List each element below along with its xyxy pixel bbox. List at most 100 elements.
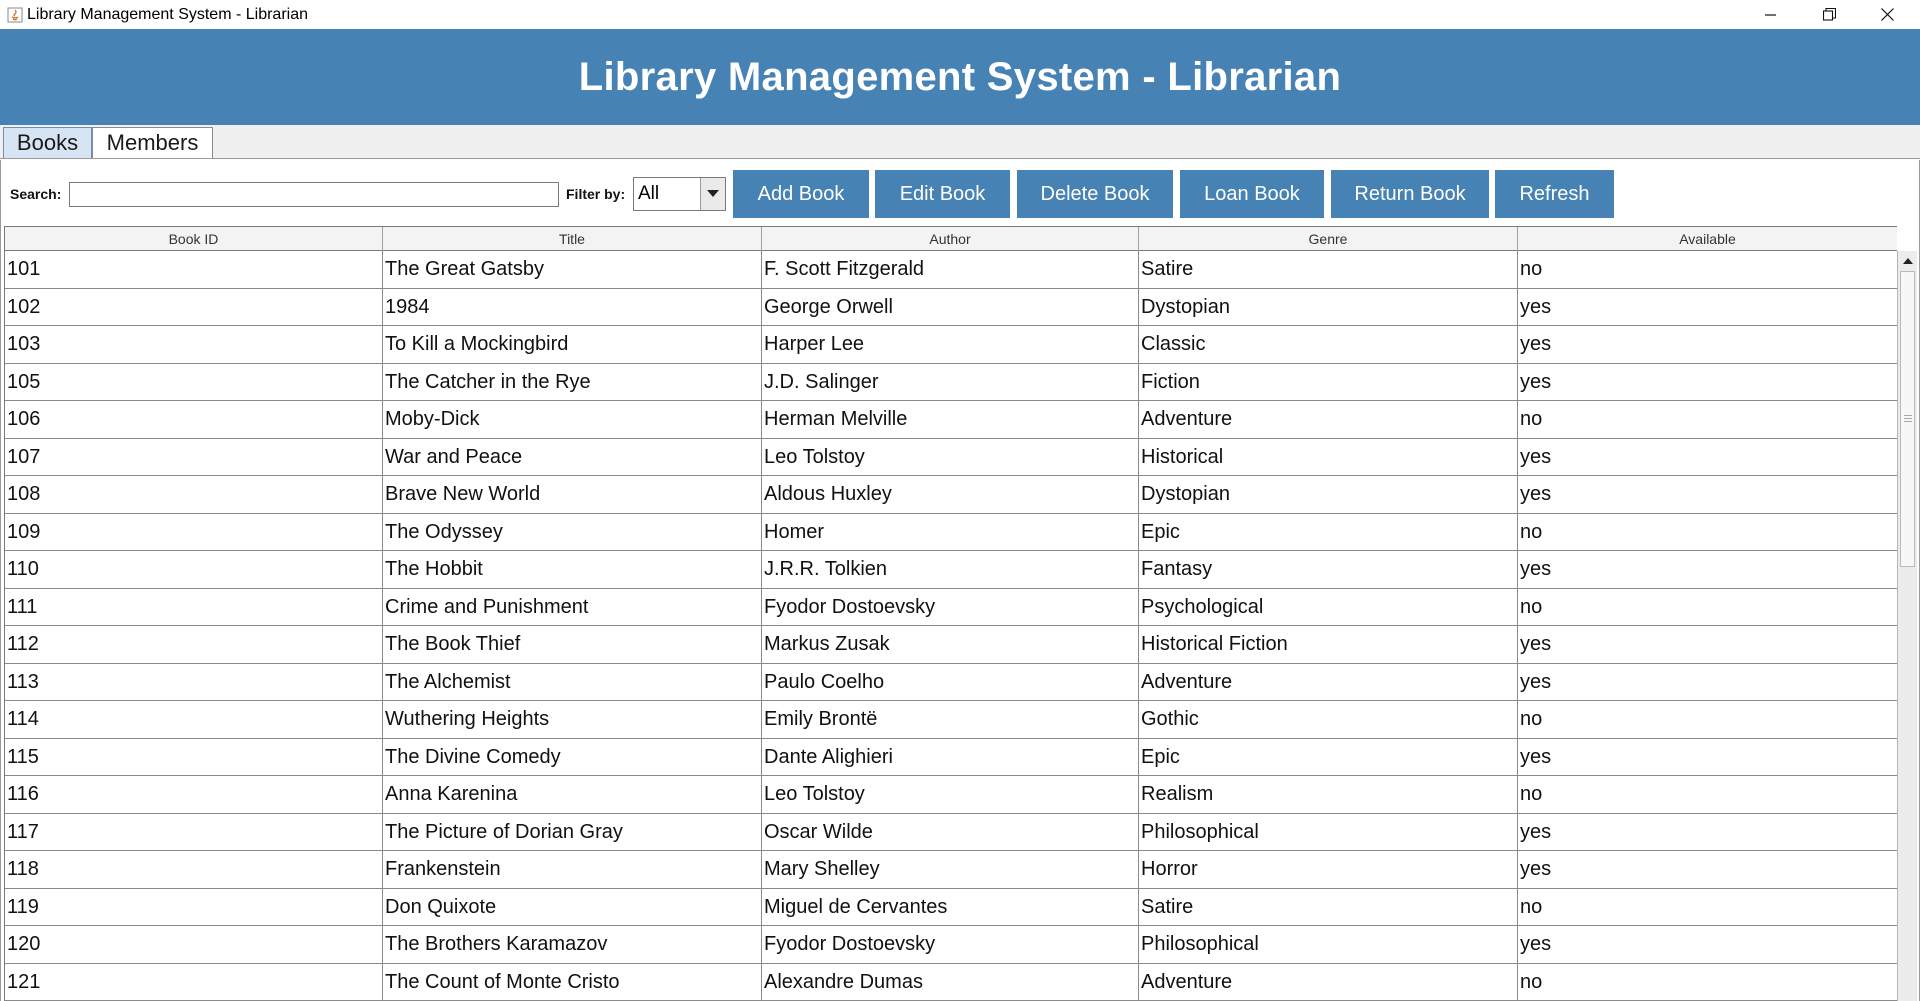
table-row[interactable]: 107 War and Peace Leo Tolstoy Historical yes (5, 438, 1897, 476)
cell-genre[interactable]: Adventure (1139, 401, 1518, 438)
cell-author[interactable]: Homer (762, 513, 1139, 551)
table-row[interactable]: 112 The Book Thief Markus Zusak Historical … (5, 626, 1897, 664)
table-row[interactable]: 111 Crime and Punishment Fyodor Dostoevsky… (5, 588, 1897, 626)
cell-book-id[interactable]: 107 (5, 438, 383, 476)
cell-available[interactable]: yes (1518, 814, 1897, 851)
table-row[interactable]: 103 To Kill a Mockingbird Harper Lee Classi… (5, 326, 1897, 364)
column-header-title[interactable]: Title (383, 227, 762, 251)
cell-book-id[interactable]: 110 (5, 551, 383, 588)
filter-dropdown-arrow[interactable] (700, 178, 725, 210)
cell-title[interactable]: Anna Karenina (383, 776, 762, 813)
cell-available[interactable]: no (1518, 514, 1897, 551)
cell-title[interactable]: Frankenstein (383, 851, 762, 888)
cell-book-id[interactable]: 108 (5, 476, 383, 513)
return-book-button[interactable]: Return Book (1331, 170, 1489, 218)
edit-book-button[interactable]: Edit Book (875, 170, 1010, 218)
cell-genre[interactable]: Epic (1139, 738, 1518, 776)
cell-genre[interactable]: Adventure (1139, 963, 1518, 1001)
cell-title[interactable]: Don Quixote (383, 888, 762, 926)
cell-author[interactable]: Oscar Wilde (762, 813, 1139, 851)
cell-genre[interactable]: Fiction (1139, 363, 1518, 401)
table-row[interactable]: 119 Don Quixote Miguel de Cervantes Satire n… (5, 888, 1897, 926)
cell-title[interactable]: To Kill a Mockingbird (383, 326, 762, 363)
cell-book-id[interactable]: 121 (5, 963, 383, 1001)
tab-books[interactable]: Books (3, 127, 92, 158)
cell-author[interactable]: Markus Zusak (762, 626, 1139, 663)
cell-author[interactable]: Harper Lee (762, 326, 1139, 363)
cell-genre[interactable]: Classic (1139, 326, 1518, 363)
table-row[interactable]: 113 The Alchemist Paulo Coelho Adventure yes (5, 663, 1897, 701)
cell-title[interactable]: The Catcher in the Rye (383, 363, 762, 401)
search-input[interactable] (69, 182, 559, 207)
cell-book-id[interactable]: 120 (5, 926, 383, 963)
cell-available[interactable]: yes (1518, 364, 1897, 401)
cell-author[interactable]: Leo Tolstoy (762, 776, 1139, 813)
table-row[interactable]: 121 The Count of Monte Cristo Alexandre Du… (5, 963, 1897, 1001)
refresh-button[interactable]: Refresh (1495, 170, 1614, 218)
table-row[interactable]: 117 The Picture of Dorian Gray Oscar Wilde… (5, 813, 1897, 851)
cell-title[interactable]: The Odyssey (383, 513, 762, 551)
cell-title[interactable]: Moby-Dick (383, 401, 762, 438)
cell-available[interactable]: yes (1518, 326, 1897, 363)
cell-genre[interactable]: Dystopian (1139, 476, 1518, 513)
cell-genre[interactable]: Dystopian (1139, 288, 1518, 326)
cell-book-id[interactable]: 102 (5, 288, 383, 326)
cell-book-id[interactable]: 113 (5, 663, 383, 701)
cell-author[interactable]: Dante Alighieri (762, 738, 1139, 776)
column-header-book-id[interactable]: Book ID (5, 227, 383, 251)
cell-title[interactable]: 1984 (383, 288, 762, 326)
cell-available[interactable]: yes (1518, 439, 1897, 476)
cell-author[interactable]: Aldous Huxley (762, 476, 1139, 513)
cell-available[interactable]: no (1518, 776, 1897, 813)
cell-author[interactable]: Herman Melville (762, 401, 1139, 438)
cell-author[interactable]: J.R.R. Tolkien (762, 551, 1139, 588)
cell-book-id[interactable]: 101 (5, 251, 383, 288)
cell-genre[interactable]: Psychological (1139, 588, 1518, 626)
table-row[interactable]: 114 Wuthering Heights Emily Brontë Gothic no (5, 701, 1897, 739)
cell-author[interactable]: J.D. Salinger (762, 363, 1139, 401)
cell-genre[interactable]: Historical Fiction (1139, 626, 1518, 663)
cell-author[interactable]: F. Scott Fitzgerald (762, 251, 1139, 288)
cell-available[interactable]: yes (1518, 476, 1897, 513)
minimize-button[interactable] (1742, 0, 1800, 29)
cell-book-id[interactable]: 118 (5, 851, 383, 888)
column-header-genre[interactable]: Genre (1139, 227, 1518, 251)
cell-author[interactable]: Leo Tolstoy (762, 438, 1139, 476)
cell-genre[interactable]: Adventure (1139, 663, 1518, 701)
cell-title[interactable]: Wuthering Heights (383, 701, 762, 738)
cell-genre[interactable]: Philosophical (1139, 813, 1518, 851)
cell-title[interactable]: The Picture of Dorian Gray (383, 813, 762, 851)
table-row[interactable]: 105 The Catcher in the Rye J.D. Salinger Fi… (5, 363, 1897, 401)
cell-available[interactable]: yes (1518, 926, 1897, 963)
cell-book-id[interactable]: 103 (5, 326, 383, 363)
cell-book-id[interactable]: 119 (5, 888, 383, 926)
cell-title[interactable]: The Alchemist (383, 663, 762, 701)
tab-members[interactable]: Members (92, 127, 213, 158)
delete-book-button[interactable]: Delete Book (1017, 170, 1173, 218)
cell-book-id[interactable]: 117 (5, 813, 383, 851)
table-row[interactable]: 108 Brave New World Aldous Huxley Dystopian… (5, 476, 1897, 514)
table-row[interactable]: 101 The Great Gatsby F. Scott Fitzgerald Sa… (5, 251, 1897, 289)
add-book-button[interactable]: Add Book (733, 170, 869, 218)
cell-genre[interactable]: Epic (1139, 513, 1518, 551)
cell-title[interactable]: The Book Thief (383, 626, 762, 663)
cell-author[interactable]: Mary Shelley (762, 851, 1139, 888)
table-row[interactable]: 116 Anna Karenina Leo Tolstoy Realism no (5, 776, 1897, 814)
cell-book-id[interactable]: 115 (5, 738, 383, 776)
close-button[interactable] (1858, 0, 1916, 29)
cell-available[interactable]: yes (1518, 851, 1897, 888)
cell-genre[interactable]: Gothic (1139, 701, 1518, 738)
cell-genre[interactable]: Historical (1139, 438, 1518, 476)
cell-available[interactable]: yes (1518, 739, 1897, 776)
cell-available[interactable]: no (1518, 251, 1897, 288)
cell-author[interactable]: Emily Brontë (762, 701, 1139, 738)
scrollbar-thumb[interactable] (1900, 271, 1915, 567)
vertical-scrollbar[interactable] (1897, 251, 1917, 1001)
cell-genre[interactable]: Horror (1139, 851, 1518, 888)
cell-genre[interactable]: Fantasy (1139, 551, 1518, 588)
cell-genre[interactable]: Realism (1139, 776, 1518, 813)
table-row[interactable]: 109 The Odyssey Homer Epic no (5, 513, 1897, 551)
cell-book-id[interactable]: 111 (5, 588, 383, 626)
cell-available[interactable]: no (1518, 889, 1897, 926)
cell-title[interactable]: The Hobbit (383, 551, 762, 588)
